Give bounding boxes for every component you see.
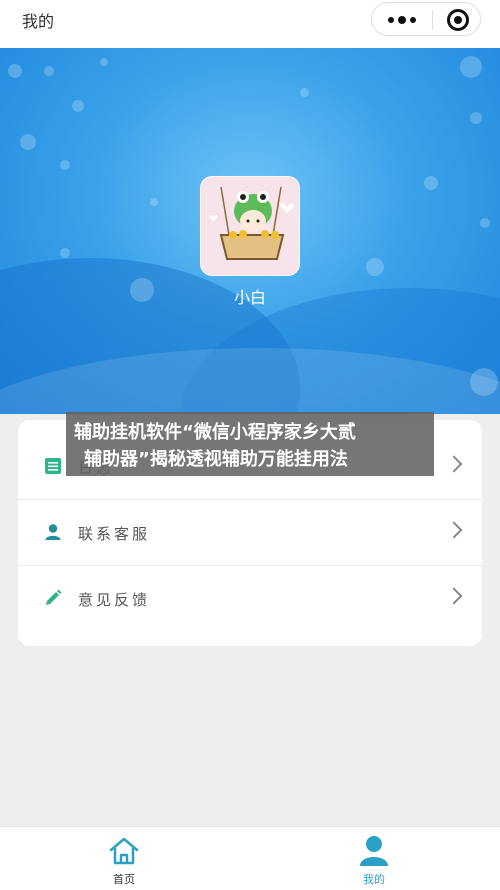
bubble	[100, 58, 108, 66]
avatar-illustration	[201, 177, 299, 275]
more-options-button[interactable]	[372, 3, 432, 37]
overlay-text-line-1: 辅助挂机软件“微信小程序家乡大贰	[74, 422, 356, 443]
page-title: 我的	[22, 12, 55, 31]
chevron-right-icon	[445, 587, 463, 605]
home-icon	[109, 837, 139, 865]
capsule-divider	[432, 11, 433, 29]
bubble	[480, 218, 490, 228]
bubble	[60, 160, 70, 170]
pencil-icon	[46, 589, 62, 605]
menu-item-feedback[interactable]: 意见反馈	[18, 566, 482, 632]
avatar[interactable]	[200, 176, 300, 276]
more-dot-icon	[410, 17, 416, 23]
bubble	[460, 56, 482, 78]
nickname: 小白	[233, 288, 266, 307]
bubble	[470, 112, 482, 124]
person-icon	[45, 524, 61, 540]
tab-me-label: 我的	[363, 873, 385, 886]
bubble	[8, 64, 22, 78]
bubble	[300, 88, 309, 97]
chevron-right-icon	[445, 521, 463, 539]
bubble	[470, 368, 498, 396]
bubble	[150, 198, 158, 206]
overlay-text-line-2: 辅助器”揭秘透视辅助万能挂用法	[84, 449, 348, 470]
tab-home[interactable]: 首页	[74, 827, 174, 890]
close-mini-program-icon[interactable]	[447, 9, 469, 31]
bottom-tab-bar: 首页 我的	[0, 826, 500, 890]
tab-home-label: 首页	[113, 873, 135, 886]
menu-item-contact-support[interactable]: 联系客服	[18, 500, 482, 566]
bubble	[60, 248, 70, 258]
tab-me[interactable]: 我的	[324, 827, 424, 890]
chevron-right-icon	[445, 455, 463, 473]
bubble	[44, 66, 54, 76]
mini-program-capsule	[371, 2, 481, 36]
more-dot-icon	[388, 17, 394, 23]
menu-item-label: 联系客服	[78, 525, 151, 543]
more-dot-icon	[398, 16, 406, 24]
title-overlay: 辅助挂机软件“微信小程序家乡大贰 辅助器”揭秘透视辅助万能挂用法	[66, 412, 434, 476]
profile-banner: 小白	[0, 48, 500, 414]
user-icon	[360, 836, 388, 866]
menu-item-label: 意见反馈	[78, 591, 151, 609]
list-icon	[45, 458, 61, 474]
top-navigation-bar: 我的	[0, 0, 500, 48]
bubble	[72, 100, 84, 112]
bubble	[424, 176, 438, 190]
bubble	[366, 258, 384, 276]
bubble	[20, 134, 36, 150]
